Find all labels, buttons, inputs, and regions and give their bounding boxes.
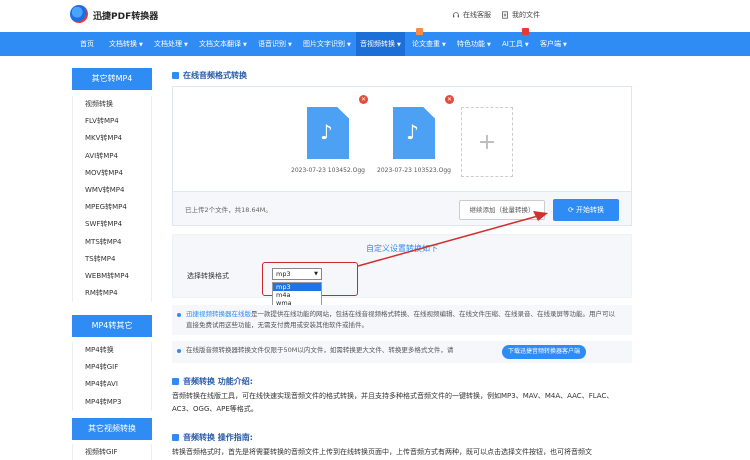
nav-client[interactable]: 客户端 ▼	[540, 32, 567, 56]
document-icon	[502, 11, 508, 19]
customer-service-link[interactable]: 在线客服	[452, 10, 491, 20]
remove-file-icon[interactable]: ✕	[445, 95, 454, 104]
remove-file-icon[interactable]: ✕	[359, 95, 368, 104]
caret-down-icon: ▼	[487, 42, 491, 48]
uploaded-file-card[interactable]: ✕ ♪ 2023-07-23 103452.Ogg	[283, 95, 373, 174]
sidebar-item[interactable]: TS转MP4	[73, 251, 151, 268]
section-body: 转换音频格式时，首先是将需要转换的音频文件上传到在线转换页面中，上传音频方式有两…	[172, 448, 592, 456]
sidebar-item[interactable]: 视频转GIF	[73, 444, 151, 460]
nav-speech[interactable]: 语音识别 ▼	[258, 32, 292, 56]
my-files-label: 我的文件	[512, 11, 540, 19]
brand-logo[interactable]	[70, 5, 88, 23]
caret-down-icon: ▼	[347, 42, 351, 48]
section-heading: 音频转换 操作指南:	[172, 432, 253, 443]
nav-home[interactable]: 首页	[80, 32, 94, 56]
section-marker-icon	[172, 72, 179, 79]
section-marker-icon	[172, 434, 179, 441]
hot-badge-icon	[522, 28, 529, 35]
my-files-link[interactable]: 我的文件	[501, 10, 540, 20]
file-name: 2023-07-23 103523.Ogg	[377, 167, 451, 174]
sidebar-item[interactable]: MTS转MP4	[73, 234, 151, 251]
plus-icon: +	[477, 130, 497, 155]
sidebar-item[interactable]: RM转MP4	[73, 285, 151, 302]
start-convert-button[interactable]: ⟳ 开始转换	[553, 199, 619, 221]
add-file-button[interactable]: +	[461, 107, 513, 177]
bullet-icon	[177, 313, 181, 317]
format-option[interactable]: m4a	[273, 291, 321, 299]
page-title: 在线音频格式转换	[172, 70, 247, 81]
caret-down-icon: ▼	[288, 42, 292, 48]
caret-down-icon: ▼	[184, 42, 188, 48]
download-client-button[interactable]: 下载迅捷音频转换器客户端	[502, 345, 587, 359]
caret-down-icon: ▼	[563, 42, 567, 48]
upload-info: 已上传2个文件，共18.64M。	[185, 206, 272, 214]
caret-down-icon: ▼	[243, 42, 247, 48]
chevron-down-icon: ▼	[314, 271, 318, 277]
info-note: 迅捷视频转换器在线版是一款提供在线功能的网站，包括在线音视频格式转换、在线视频编…	[172, 305, 632, 335]
sidebar-item[interactable]: 视频转换	[73, 96, 151, 113]
audio-file-icon: ♪	[393, 107, 435, 159]
continue-add-button[interactable]: 继续添加（批量转换）	[459, 200, 545, 220]
headset-icon	[453, 12, 459, 18]
sidebar-group-title: 其它视频转换	[72, 418, 152, 440]
nav-av-convert[interactable]: 音视频转换 ▼	[356, 32, 405, 56]
sidebar-item[interactable]: MP4转换	[73, 342, 151, 359]
nav-doc-convert[interactable]: 文档转换 ▼	[109, 32, 143, 56]
limit-note: 在线版音频转换器转换文件仅限于50M以内文件，如需转换更大文件、转换更多格式文件…	[172, 341, 632, 363]
sidebar-item[interactable]: MPEG转MP4	[73, 199, 151, 216]
brand-name[interactable]: 迅捷PDF转换器	[93, 9, 158, 22]
caret-down-icon: ▼	[442, 42, 446, 48]
sidebar-item[interactable]: MKV转MP4	[73, 130, 151, 147]
sidebar-item[interactable]: SWF转MP4	[73, 216, 151, 233]
section-body: 音频转换在线版工具，可在线快速实现音频文件的格式转换，并且支持多种格式音频文件的…	[172, 392, 614, 413]
format-label: 选择转换格式	[187, 272, 229, 280]
sidebar-group-title: 其它转MP4	[72, 68, 152, 90]
sidebar-item[interactable]: WEBM转MP4	[73, 268, 151, 285]
audio-file-icon: ♪	[307, 107, 349, 159]
format-option[interactable]: mp3	[273, 283, 321, 291]
caret-down-icon: ▼	[524, 42, 529, 48]
customer-service-label: 在线客服	[463, 11, 491, 19]
upload-footer: 已上传2个文件，共18.64M。 继续添加（批量转换） ⟳ 开始转换	[173, 191, 631, 225]
sidebar-group-title: MP4转其它	[72, 315, 152, 337]
settings-title: 自定义设置转换如下	[366, 244, 438, 253]
uploaded-file-card[interactable]: ✕ ♪ 2023-07-23 103523.Ogg	[369, 95, 459, 174]
sync-icon: ⟳	[567, 206, 574, 214]
hot-badge-icon	[416, 28, 423, 35]
nav-ocr[interactable]: 图片文字识别 ▼	[303, 32, 351, 56]
caret-down-icon: ▼	[139, 42, 143, 48]
sidebar-item[interactable]: FLV转MP4	[73, 113, 151, 130]
upload-area: ✕ ♪ 2023-07-23 103452.Ogg ✕ ♪ 2023-07-23…	[172, 86, 632, 226]
sidebar-item[interactable]: MP4转GIF	[73, 359, 151, 376]
sidebar-list: 视频转GIF	[72, 444, 152, 460]
format-select[interactable]: mp3 ▼	[272, 268, 322, 280]
nav-doc-process[interactable]: 文档处理 ▼	[154, 32, 188, 56]
sidebar-list: 视频转换 FLV转MP4 MKV转MP4 AVI转MP4 MOV转MP4 WMV…	[72, 96, 152, 303]
sidebar-item[interactable]: MOV转MP4	[73, 165, 151, 182]
sidebar-list: MP4转换 MP4转GIF MP4转AVI MP4转MP3	[72, 342, 152, 411]
product-link[interactable]: 迅捷视频转换器在线版	[186, 310, 251, 318]
nav-plagiarism[interactable]: 论文查重 ▼	[412, 28, 446, 56]
section-marker-icon	[172, 378, 179, 385]
caret-down-icon: ▼	[397, 42, 401, 48]
sidebar-item[interactable]: MP4转AVI	[73, 376, 151, 393]
main-nav: 首页 文档转换 ▼ 文档处理 ▼ 文档文本翻译 ▼ 语音识别 ▼ 图片文字识别 ▼ 音视频…	[0, 28, 750, 56]
settings-panel: 自定义设置转换如下 选择转换格式	[172, 234, 632, 298]
sidebar-item[interactable]: WMV转MP4	[73, 182, 151, 199]
file-name: 2023-07-23 103452.Ogg	[291, 167, 365, 174]
section-heading: 音频转换 功能介绍:	[172, 376, 253, 387]
sidebar-item[interactable]: MP4转MP3	[73, 394, 151, 411]
sidebar-item[interactable]: AVI转MP4	[73, 148, 151, 165]
bullet-icon	[177, 349, 181, 353]
top-header: 迅捷PDF转换器 在线客服 我的文件	[0, 0, 750, 32]
nav-ai-tools[interactable]: AI工具 ▼	[502, 28, 529, 56]
nav-doc-translate[interactable]: 文档文本翻译 ▼	[199, 32, 247, 56]
nav-features[interactable]: 特色功能 ▼	[457, 32, 491, 56]
